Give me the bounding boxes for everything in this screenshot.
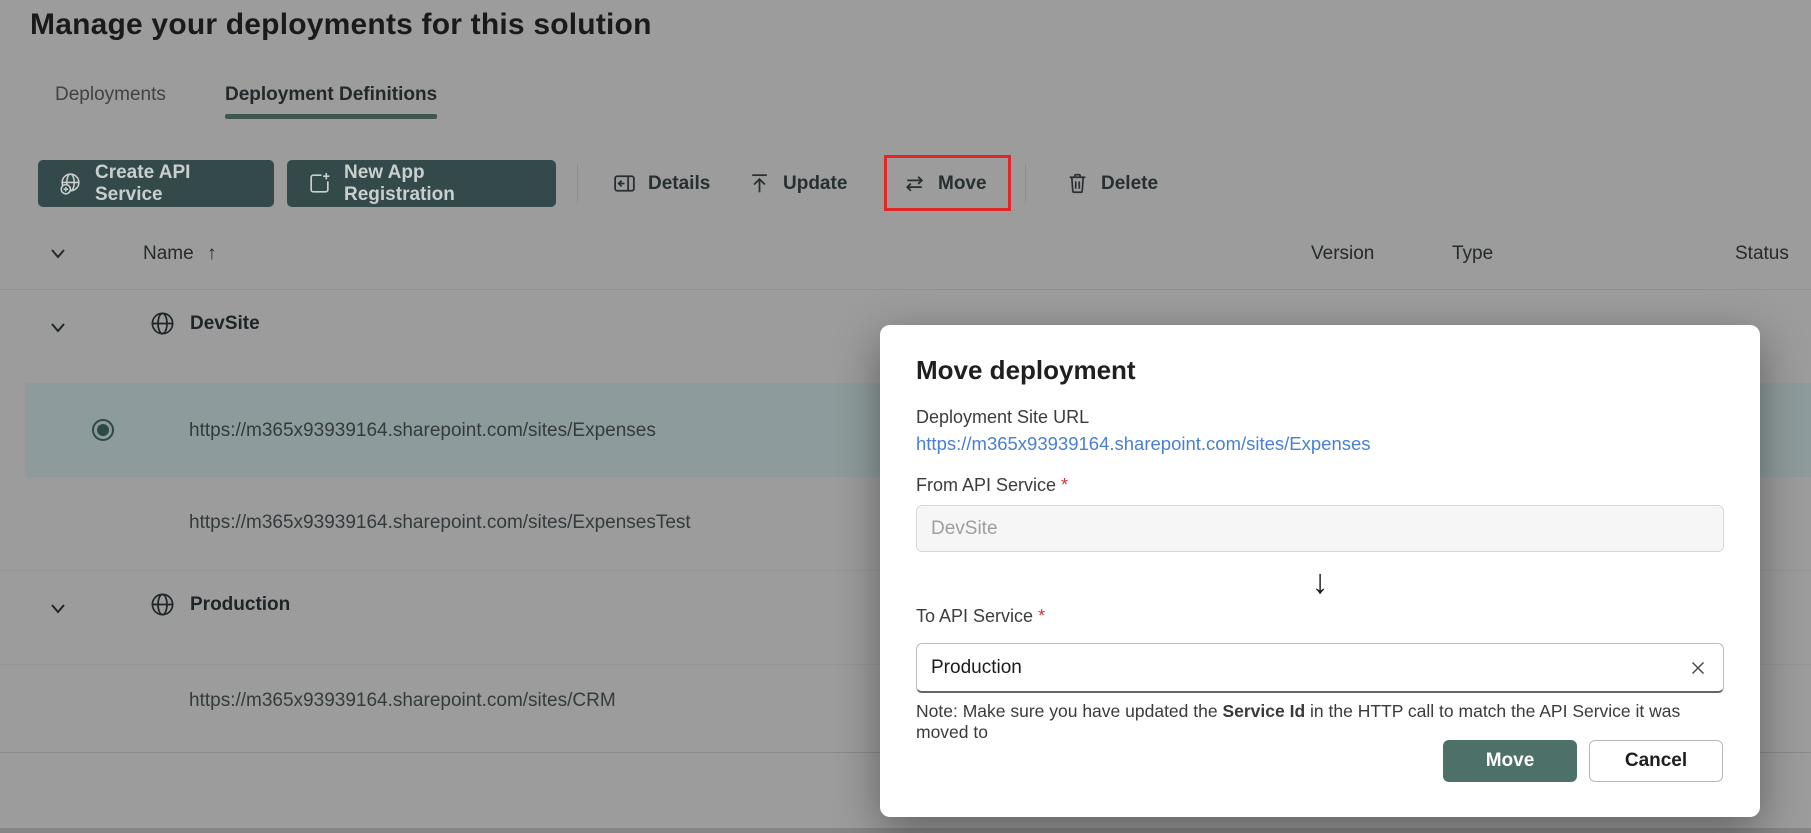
move-deployment-dialog: Move deployment Deployment Site URL http… xyxy=(880,325,1760,817)
details-button[interactable]: Details xyxy=(612,160,710,207)
radio-button-selected[interactable] xyxy=(92,419,114,441)
site-url-link[interactable]: https://m365x93939164.sharepoint.com/sit… xyxy=(916,433,1371,455)
column-header-type[interactable]: Type xyxy=(1452,243,1493,265)
to-api-service-label: To API Service* xyxy=(916,606,1045,627)
app-add-icon xyxy=(307,171,332,196)
dialog-title: Move deployment xyxy=(916,355,1136,386)
sort-ascending-icon: ↑ xyxy=(207,243,217,264)
globe-icon xyxy=(149,591,176,618)
required-asterisk: * xyxy=(1061,475,1068,495)
deployment-url: https://m365x93939164.sharepoint.com/sit… xyxy=(189,420,656,442)
group-name: DevSite xyxy=(190,313,260,335)
group-row-devsite[interactable]: DevSite xyxy=(0,290,880,383)
update-label: Update xyxy=(783,173,847,195)
site-url-label: Deployment Site URL xyxy=(916,407,1089,428)
cancel-button[interactable]: Cancel xyxy=(1589,740,1723,782)
required-asterisk: * xyxy=(1038,606,1045,626)
column-header-status[interactable]: Status xyxy=(1735,243,1789,265)
group-expand-chevron-icon[interactable] xyxy=(46,600,70,618)
details-panel-icon xyxy=(612,171,637,196)
collapse-all-chevron-icon[interactable] xyxy=(46,245,70,263)
create-api-service-button[interactable]: Create API Service xyxy=(38,160,274,207)
clear-icon[interactable] xyxy=(1687,657,1709,679)
from-api-service-label: From API Service* xyxy=(916,475,1068,496)
bottom-edge xyxy=(0,828,1811,833)
create-api-service-label: Create API Service xyxy=(95,162,254,206)
column-header-version[interactable]: Version xyxy=(1311,243,1374,265)
new-app-registration-label: New App Registration xyxy=(344,162,536,206)
tab-deployment-definitions[interactable]: Deployment Definitions xyxy=(225,84,437,106)
to-api-service-value: Production xyxy=(931,657,1687,679)
group-name: Production xyxy=(190,594,290,616)
group-expand-chevron-icon[interactable] xyxy=(46,319,70,337)
deployment-url: https://m365x93939164.sharepoint.com/sit… xyxy=(189,690,616,712)
details-label: Details xyxy=(648,173,710,195)
app-screen: Manage your deployments for this solutio… xyxy=(0,0,1811,833)
toolbar-separator xyxy=(577,164,578,203)
tab-deployments[interactable]: Deployments xyxy=(55,84,166,106)
deployment-row[interactable]: https://m365x93939164.sharepoint.com/sit… xyxy=(0,477,880,570)
deployment-row[interactable]: https://m365x93939164.sharepoint.com/sit… xyxy=(0,664,880,752)
page-title: Manage your deployments for this solutio… xyxy=(30,8,652,42)
move-annotation-box xyxy=(884,155,1011,211)
trash-icon xyxy=(1065,171,1090,196)
to-api-service-field[interactable]: Production xyxy=(916,643,1724,693)
delete-button[interactable]: Delete xyxy=(1065,160,1158,207)
down-arrow-icon: ↓ xyxy=(880,562,1760,602)
globe-add-icon xyxy=(58,171,83,196)
note-text: Note: Make sure you have updated the Ser… xyxy=(916,701,1726,743)
delete-label: Delete xyxy=(1101,173,1158,195)
from-api-service-value: DevSite xyxy=(931,518,998,540)
new-app-registration-button[interactable]: New App Registration xyxy=(287,160,556,207)
arrow-upload-icon xyxy=(747,171,772,196)
move-submit-button[interactable]: Move xyxy=(1443,740,1577,782)
active-tab-underline xyxy=(225,114,437,119)
group-row-production[interactable]: Production xyxy=(0,571,880,664)
globe-icon xyxy=(149,310,176,337)
toolbar-separator xyxy=(1025,164,1026,203)
update-button[interactable]: Update xyxy=(747,160,847,207)
from-api-service-field: DevSite xyxy=(916,505,1724,552)
column-header-name[interactable]: Name ↑ xyxy=(143,243,216,265)
radio-dot xyxy=(97,424,109,436)
deployment-url: https://m365x93939164.sharepoint.com/sit… xyxy=(189,512,691,534)
